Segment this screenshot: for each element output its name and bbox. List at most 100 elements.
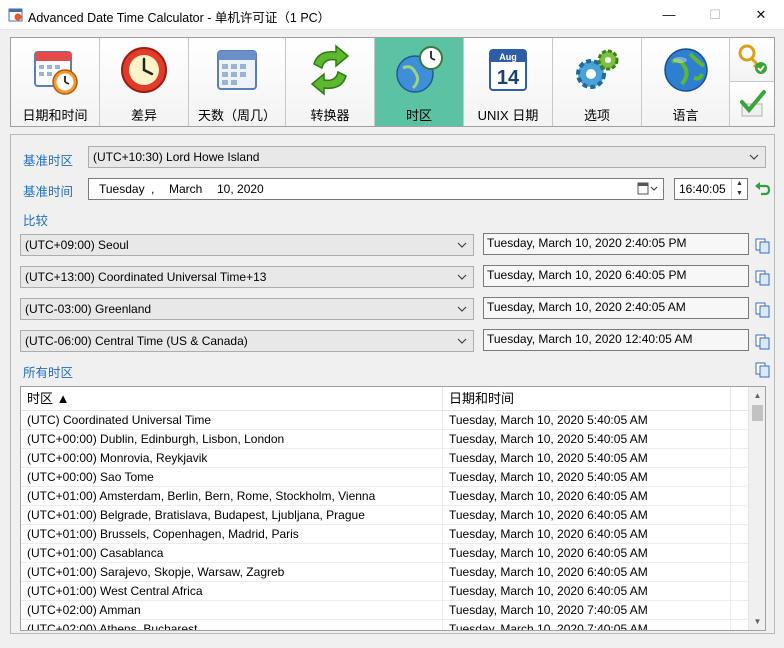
- table-row[interactable]: (UTC+00:00) Monrovia, Reykjavik Tuesday, …: [21, 449, 748, 468]
- column-header-datetime[interactable]: 日期和时间: [443, 387, 731, 411]
- table-row[interactable]: (UTC+01:00) Amsterdam, Berlin, Bern, Rom…: [21, 487, 748, 506]
- compare-zone-select-3[interactable]: (UTC-03:00) Greenland: [20, 298, 474, 320]
- scroll-down-icon[interactable]: ▼: [749, 613, 765, 630]
- chevron-down-icon: [457, 274, 467, 280]
- chevron-down-icon: [749, 154, 759, 160]
- table-row[interactable]: (UTC+01:00) West Central Africa Tuesday, …: [21, 582, 748, 601]
- calendar-dropdown-icon[interactable]: [637, 182, 659, 196]
- svg-text:Aug: Aug: [499, 52, 517, 62]
- table-row[interactable]: (UTC+00:00) Sao Tome Tuesday, March 10, 2…: [21, 468, 748, 487]
- zone-cell: (UTC+01:00) West Central Africa: [21, 582, 443, 601]
- tab-difference[interactable]: 差异: [100, 38, 189, 126]
- table-row[interactable]: (UTC+01:00) Casablanca Tuesday, March 10,…: [21, 544, 748, 563]
- zone-cell: (UTC+01:00) Sarajevo, Skopje, Warsaw, Za…: [21, 563, 443, 582]
- datetime-cell: Tuesday, March 10, 2020 6:40:05 AM: [443, 563, 731, 582]
- close-button[interactable]: ✕: [738, 0, 784, 30]
- tab-unix-date[interactable]: Aug 14 UNIX 日期: [464, 38, 553, 126]
- table-row[interactable]: (UTC) Coordinated Universal Time Tuesday,…: [21, 411, 748, 430]
- copy-icon[interactable]: [755, 302, 771, 318]
- chevron-down-icon: [457, 242, 467, 248]
- zone-cell: (UTC+02:00) Athens, Bucharest: [21, 620, 443, 630]
- compare-zone-value: (UTC-03:00) Greenland: [25, 302, 152, 316]
- tab-language[interactable]: 语言: [642, 38, 730, 126]
- zone-cell: (UTC+01:00) Amsterdam, Berlin, Bern, Rom…: [21, 487, 443, 506]
- compare-zone-value: (UTC+09:00) Seoul: [25, 238, 129, 252]
- tab-label: 天数（周几）: [197, 108, 276, 123]
- convert-arrows-icon: [310, 44, 350, 96]
- datetime-cell: Tuesday, March 10, 2020 6:40:05 AM: [443, 525, 731, 544]
- compare-zone-select-2[interactable]: (UTC+13:00) Coordinated Universal Time+1…: [20, 266, 474, 288]
- compare-zone-select-1[interactable]: (UTC+09:00) Seoul: [20, 234, 474, 256]
- table-row[interactable]: (UTC+00:00) Dublin, Edinburgh, Lisbon, L…: [21, 430, 748, 449]
- base-time-input[interactable]: 16:40:05 ▲ ▼: [674, 178, 748, 200]
- tab-label: 转换器: [310, 108, 350, 123]
- table-row[interactable]: (UTC+01:00) Sarajevo, Skopje, Warsaw, Za…: [21, 563, 748, 582]
- zone-cell: (UTC) Coordinated Universal Time: [21, 411, 443, 430]
- clock-icon: [121, 47, 167, 93]
- time-spinner[interactable]: ▲ ▼: [731, 179, 747, 199]
- compare-zone-value: (UTC+13:00) Coordinated Universal Time+1…: [25, 270, 267, 284]
- gears-icon: [576, 49, 619, 89]
- app-calendar-icon: [8, 8, 23, 22]
- datetime-cell: Tuesday, March 10, 2020 6:40:05 AM: [443, 487, 731, 506]
- compare-label: 比较: [23, 214, 49, 228]
- tab-time-zone[interactable]: 时区: [375, 38, 464, 126]
- table-row[interactable]: (UTC+01:00) Belgrade, Bratislava, Budape…: [21, 506, 748, 525]
- check-button[interactable]: [730, 82, 774, 126]
- table-row[interactable]: (UTC+01:00) Brussels, Copenhagen, Madrid…: [21, 525, 748, 544]
- license-keys-button[interactable]: [730, 38, 774, 82]
- scroll-up-icon[interactable]: ▲: [749, 387, 765, 404]
- compare-result-1: Tuesday, March 10, 2020 2:40:05 PM: [483, 233, 749, 255]
- globe-clock-icon: [396, 46, 443, 93]
- copy-icon[interactable]: [755, 270, 771, 286]
- main-toolbar: 日期和时间 差异 天数（周几） 转换器 时区 Aug 14 UNIX 日期 选项…: [10, 37, 775, 127]
- spin-up-icon[interactable]: ▲: [732, 179, 747, 189]
- base-timezone-value: (UTC+10:30) Lord Howe Island: [93, 150, 260, 164]
- compare-zone-select-4[interactable]: (UTC-06:00) Central Time (US & Canada): [20, 330, 474, 352]
- table-vertical-scrollbar[interactable]: ▲ ▼: [748, 387, 765, 630]
- table-row[interactable]: (UTC+02:00) Athens, Bucharest Tuesday, Ma…: [21, 620, 748, 630]
- tab-label: 时区: [405, 108, 432, 123]
- spin-down-icon[interactable]: ▼: [732, 189, 747, 199]
- copy-icon[interactable]: [755, 238, 771, 254]
- tab-label: UNIX 日期: [477, 108, 539, 123]
- scroll-thumb[interactable]: [752, 405, 763, 421]
- tab-options[interactable]: 选项: [553, 38, 642, 126]
- base-date-picker[interactable]: Tuesday , March 10, 2020: [88, 178, 664, 200]
- column-header-zone[interactable]: 时区 ▲: [21, 387, 443, 411]
- calendar-clock-icon: [34, 51, 78, 95]
- copy-all-icon[interactable]: [755, 362, 771, 378]
- compare-zone-value: (UTC-06:00) Central Time (US & Canada): [25, 334, 248, 348]
- reset-arrow-icon[interactable]: [753, 180, 771, 198]
- base-timezone-select[interactable]: (UTC+10:30) Lord Howe Island: [88, 146, 766, 168]
- tab-converter[interactable]: 转换器: [286, 38, 375, 126]
- date-month: March: [169, 182, 203, 196]
- datetime-cell: Tuesday, March 10, 2020 5:40:05 AM: [443, 411, 731, 430]
- all-zones-table[interactable]: 时区 ▲ 日期和时间 (UTC) Coordinated Universal T…: [20, 386, 766, 631]
- table-row[interactable]: (UTC+02:00) Amman Tuesday, March 10, 2020…: [21, 601, 748, 620]
- date-separator: ,: [151, 182, 155, 196]
- svg-text:14: 14: [497, 67, 520, 89]
- tab-label: 选项: [583, 108, 610, 123]
- time-zone-panel: 基准时区 (UTC+10:30) Lord Howe Island 基准时间 T…: [10, 134, 775, 634]
- base-time-label: 基准时间: [23, 185, 74, 199]
- zone-cell: (UTC+00:00) Sao Tome: [21, 468, 443, 487]
- minimize-button[interactable]: —: [646, 0, 692, 30]
- tab-label: 日期和时间: [22, 108, 88, 123]
- globe-icon: [663, 48, 708, 92]
- maximize-button[interactable]: ☐: [692, 0, 738, 30]
- chevron-down-icon: [457, 338, 467, 344]
- tab-days-weekday[interactable]: 天数（周几）: [189, 38, 286, 126]
- keys-check-icon: [738, 44, 767, 74]
- zone-cell: (UTC+01:00) Casablanca: [21, 544, 443, 563]
- compare-result-2: Tuesday, March 10, 2020 6:40:05 PM: [483, 265, 749, 287]
- zone-cell: (UTC+01:00) Belgrade, Bratislava, Budape…: [21, 506, 443, 525]
- copy-icon[interactable]: [755, 334, 771, 350]
- datetime-cell: Tuesday, March 10, 2020 6:40:05 AM: [443, 582, 731, 601]
- date-day-year: 10, 2020: [217, 182, 264, 196]
- tab-date-and-time[interactable]: 日期和时间: [11, 38, 100, 126]
- compare-result-4: Tuesday, March 10, 2020 12:40:05 AM: [483, 329, 749, 351]
- datetime-cell: Tuesday, March 10, 2020 5:40:05 AM: [443, 449, 731, 468]
- tab-label: 语言: [672, 108, 699, 123]
- datetime-cell: Tuesday, March 10, 2020 7:40:05 AM: [443, 620, 731, 630]
